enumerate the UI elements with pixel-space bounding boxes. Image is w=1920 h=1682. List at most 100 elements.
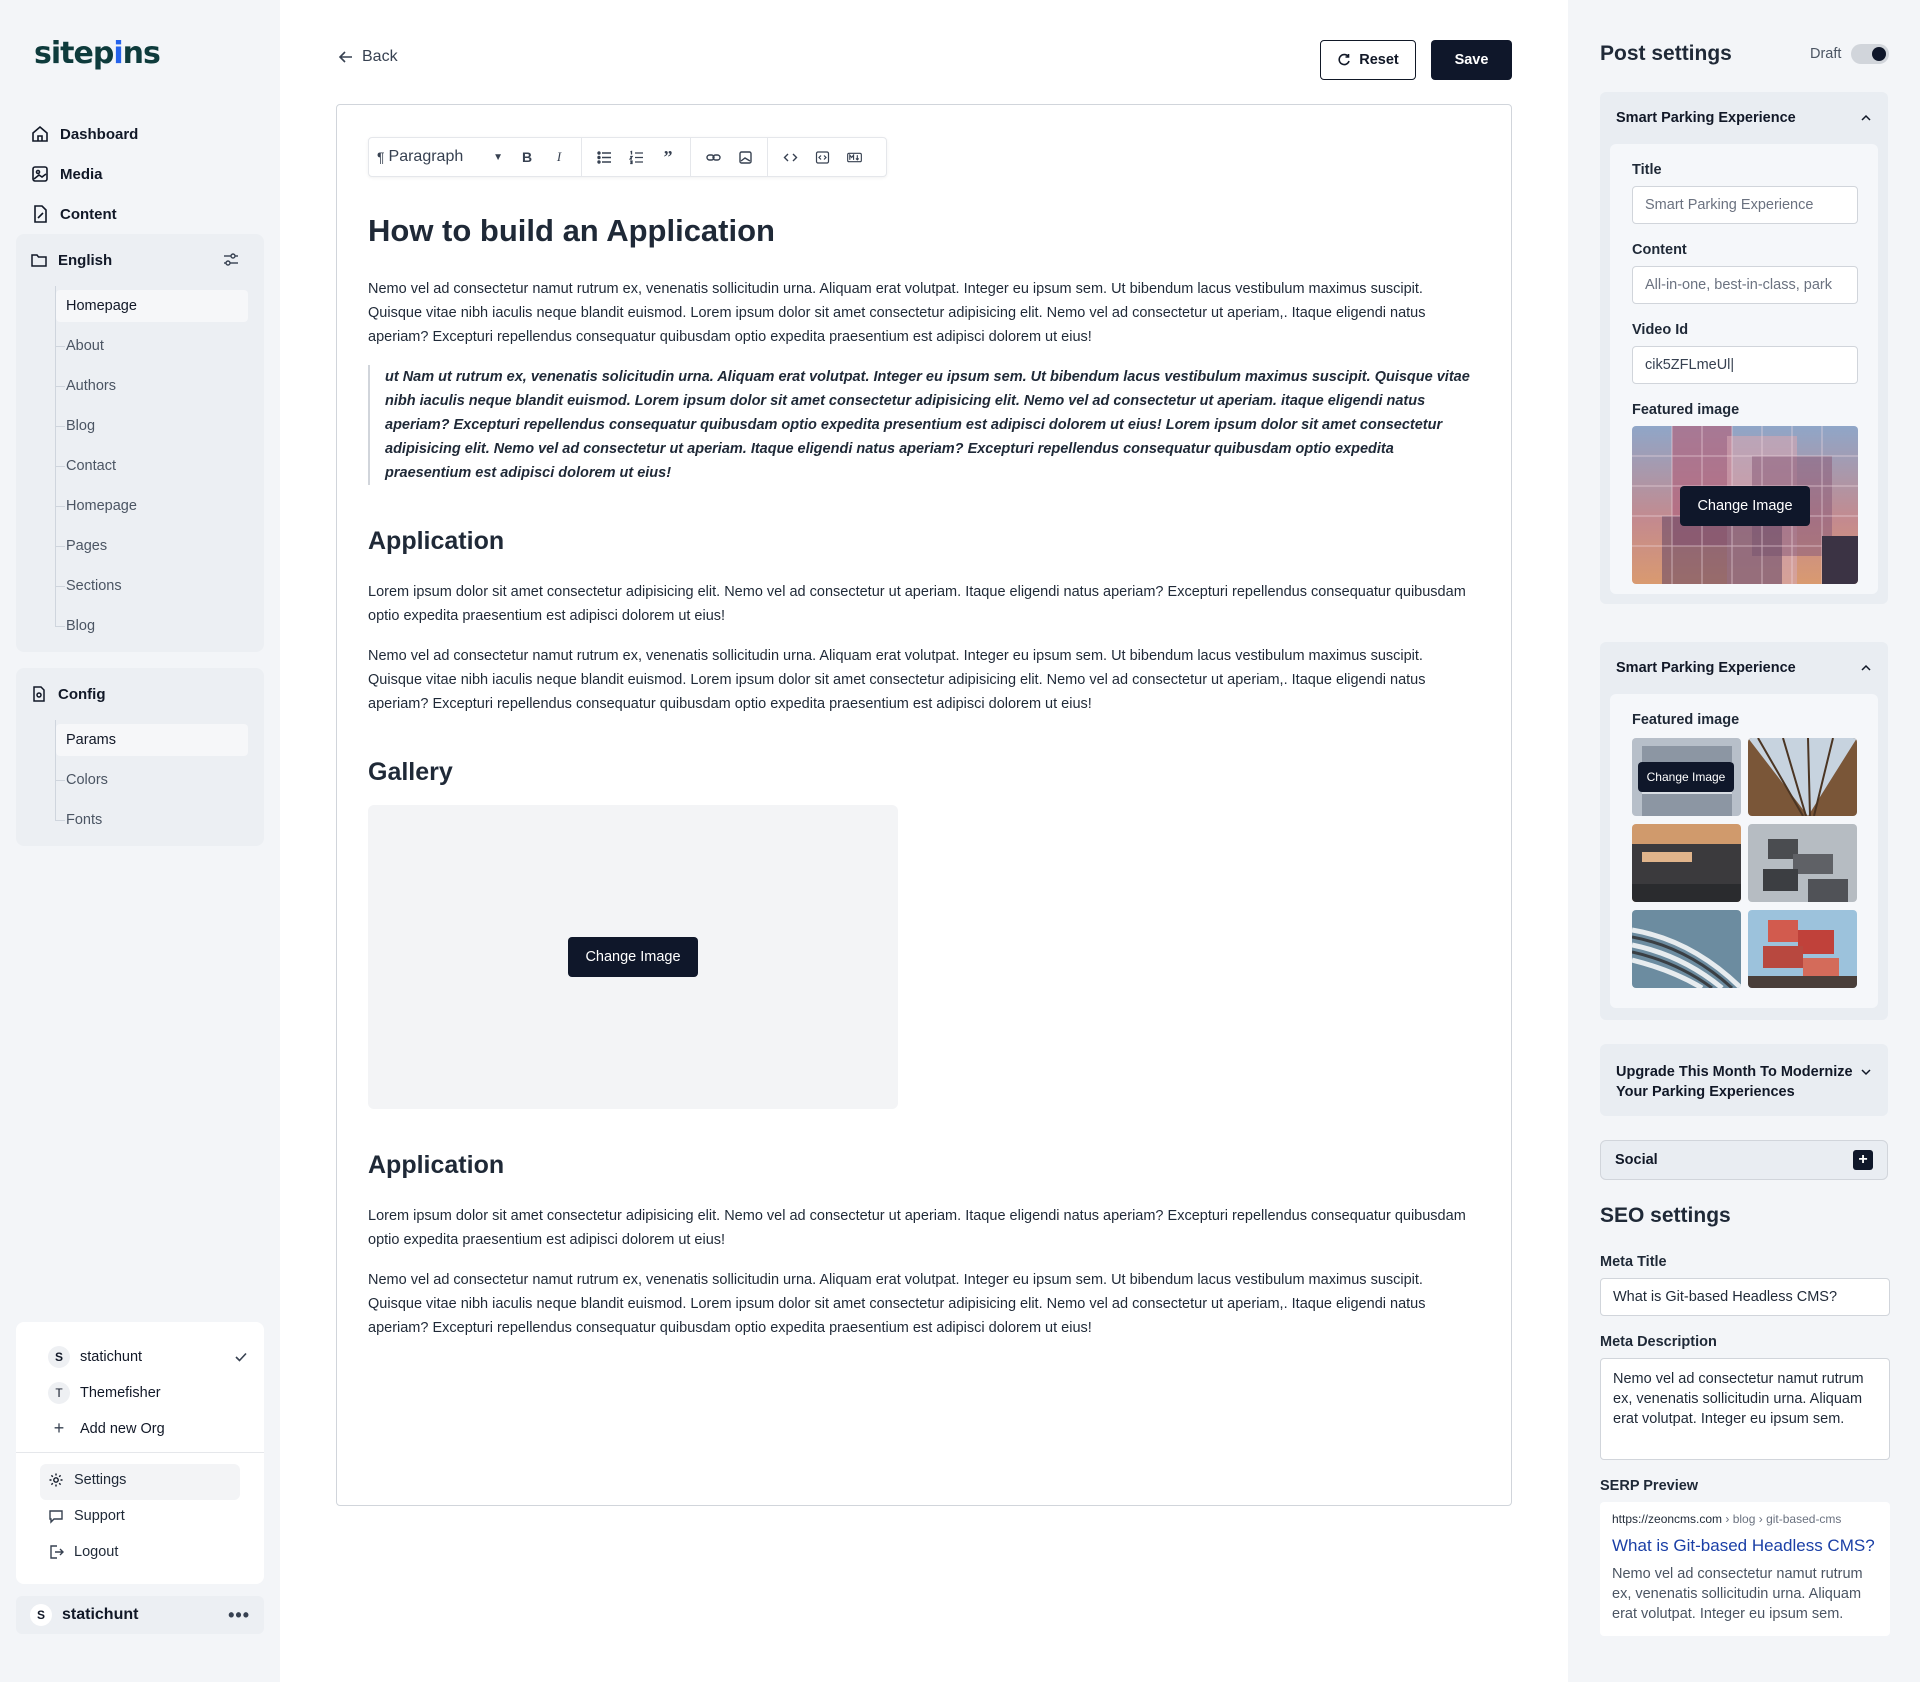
settings-label: Settings [74,1472,127,1488]
draft-toggle[interactable] [1851,44,1890,64]
tree-item-about[interactable]: About [38,326,264,366]
document-body[interactable]: How to build an Application Nemo vel ad … [368,213,1478,1340]
gallery-change-image-button[interactable]: Change Image [568,937,698,977]
reset-button[interactable]: Reset [1320,40,1416,80]
back-link[interactable]: Back [338,48,398,66]
serp-preview: https://zeoncms.com › blog › git-based-c… [1600,1502,1890,1636]
logout-link[interactable]: Logout [48,1544,118,1560]
tree-item-blog-2[interactable]: Blog [38,606,264,646]
config-tree: Params Colors Fonts [38,720,264,840]
tree-item-homepage[interactable]: Homepage [38,286,264,326]
content-group-header[interactable]: English [16,234,264,286]
org-menu: S statichunt T Themefisher + Add new Org… [16,1322,264,1584]
tree-item-sections[interactable]: Sections [38,566,264,606]
heading-gallery[interactable]: Gallery [368,758,1478,787]
tree-item-pages[interactable]: Pages [38,526,264,566]
current-user[interactable]: S statichunt ••• [16,1596,264,1634]
tree-item-label: Fonts [66,812,103,828]
gallery-thumb[interactable] [1748,738,1857,816]
link-button[interactable] [697,141,729,173]
support-link[interactable]: Support [48,1508,125,1524]
nav-media[interactable]: Media [30,154,260,194]
rich-text-editor[interactable]: ¶ Paragraph ▼ B I ” How to build an Appl… [336,104,1512,1506]
paragraph[interactable]: Lorem ipsum dolor sit amet consectetur a… [368,580,1478,628]
featured-image-label: Featured image [1632,712,1740,728]
draft-label: Draft [1810,46,1842,62]
card-header[interactable]: Smart Parking Experience [1600,92,1888,144]
support-label: Support [74,1508,125,1524]
gallery-thumb[interactable] [1632,910,1741,988]
bullet-list-icon [596,150,611,164]
content-input[interactable]: All-in-one, best-in-class, park [1632,266,1858,304]
nav-dashboard[interactable]: Dashboard [30,114,260,154]
tree-item-authors[interactable]: Authors [38,366,264,406]
filter-sliders-icon[interactable] [222,251,240,269]
seo-settings-title: SEO settings [1600,1204,1731,1227]
block-type-select[interactable]: ¶ Paragraph ▼ [377,148,511,166]
nav-content[interactable]: Content [30,194,260,234]
tree-item-blog[interactable]: Blog [38,406,264,446]
document-title[interactable]: How to build an Application [368,213,1478,253]
tree-item-label: Pages [66,538,108,554]
config-group-header[interactable]: Config [16,668,264,720]
social-section[interactable]: Social + [1600,1140,1888,1180]
home-icon [32,125,48,142]
tree-item-fonts[interactable]: Fonts [38,800,264,840]
card-title: Smart Parking Experience [1616,660,1796,676]
bullet-list-button[interactable] [588,141,620,173]
gallery-thumb[interactable] [1748,824,1857,902]
image-button[interactable] [729,141,761,173]
thumb-change-image-button[interactable]: Change Image [1638,762,1734,792]
gallery-thumb[interactable]: Change Image [1632,738,1741,816]
chevron-up-icon [1861,664,1871,671]
quote-button[interactable]: ” [652,141,684,173]
arrow-left-icon [338,51,352,63]
blockquote[interactable]: ut Nam ut rutrum ex, venenatis solicitud… [368,365,1478,485]
gallery-thumb[interactable] [1632,824,1741,902]
bold-button[interactable]: B [511,141,543,173]
paragraph[interactable]: Nemo vel ad consectetur namut rutrum ex,… [368,644,1478,716]
more-dots-icon[interactable]: ••• [228,1605,250,1626]
gallery-block[interactable]: Change Image [368,805,898,1109]
tree-item-homepage-2[interactable]: Homepage [38,486,264,526]
serp-description: Nemo vel ad consectetur namut rutrum ex,… [1612,1566,1863,1622]
tree-item-label: Colors [66,772,108,788]
tree-item-contact[interactable]: Contact [38,446,264,486]
divider [16,1452,264,1453]
nav-media-label: Media [60,165,103,183]
paragraph[interactable]: Lorem ipsum dolor sit amet consectetur a… [368,1204,1478,1252]
ordered-list-button[interactable] [620,141,652,173]
add-org-button[interactable]: + Add new Org [48,1418,165,1439]
embed-button[interactable] [806,141,838,173]
org-item-statichunt[interactable]: S statichunt [48,1346,248,1368]
sitepins-logo[interactable]: sitepins [34,36,161,71]
tree-item-colors[interactable]: Colors [38,760,264,800]
save-button[interactable]: Save [1431,40,1512,80]
toggle-knob [1872,47,1887,61]
paragraph[interactable]: Nemo vel ad consectetur namut rutrum ex,… [368,1268,1478,1340]
tree-item-label: Blog [66,618,96,634]
heading-application-2[interactable]: Application [368,1151,1478,1180]
gear-icon [49,1473,63,1487]
card-header[interactable]: Smart Parking Experience [1600,642,1888,694]
meta-title-input[interactable]: What is Git-based Headless CMS? [1600,1278,1890,1316]
org-item-themefisher[interactable]: T Themefisher [48,1382,161,1404]
heading-application[interactable]: Application [368,527,1478,556]
featured-image[interactable]: Change Image [1632,426,1858,584]
add-plus-icon[interactable]: + [1853,1150,1873,1170]
tree-item-params[interactable]: Params [38,720,264,760]
paragraph[interactable]: Nemo vel ad consectetur namut rutrum ex,… [368,277,1478,349]
gallery-thumb[interactable] [1748,910,1857,988]
card-body: Title Smart Parking Experience Content A… [1610,144,1878,594]
settings-card-3[interactable]: Upgrade This Month To Modernize Your Par… [1600,1044,1888,1116]
video-id-input[interactable]: cik5ZFLmeUl| [1632,346,1858,384]
meta-description-textarea[interactable]: Nemo vel ad consectetur namut rutrum ex,… [1600,1358,1890,1460]
user-name: statichunt [62,1606,139,1623]
code-button[interactable] [774,141,806,173]
serp-url-path: › blog › git-based-cms [1725,1512,1842,1526]
title-input[interactable]: Smart Parking Experience [1632,186,1858,224]
italic-button[interactable]: I [543,141,575,173]
markdown-button[interactable] [838,141,870,173]
settings-link[interactable]: Settings [48,1472,126,1488]
featured-change-image-button[interactable]: Change Image [1680,486,1810,526]
